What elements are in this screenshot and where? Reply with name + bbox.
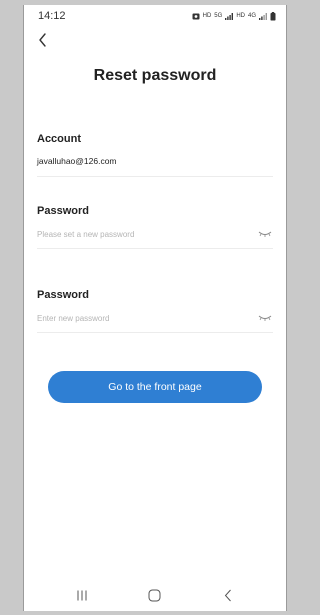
- phone-screen: 14:12 HD 5G HD 4G Reset password Account…: [23, 5, 287, 611]
- 5g-icon: 5G: [214, 13, 223, 19]
- confirm-password-row: [37, 312, 273, 324]
- divider: [37, 176, 273, 177]
- hd-icon: HD: [202, 13, 212, 19]
- header-row: [24, 27, 286, 53]
- recents-icon[interactable]: [67, 583, 97, 607]
- reset-form: Account javalluhao@126.com Password Pass…: [24, 133, 286, 333]
- hd-icon: HD: [236, 13, 245, 19]
- eye-closed-icon[interactable]: [257, 313, 273, 323]
- 4g-icon: 4G: [247, 13, 256, 19]
- confirm-password-label: Password: [37, 289, 89, 301]
- signal-icon: [225, 12, 234, 20]
- divider: [37, 332, 273, 333]
- new-password-label: Password: [37, 205, 89, 217]
- back-icon[interactable]: [213, 583, 243, 607]
- eye-closed-icon[interactable]: [257, 229, 273, 239]
- new-password-input[interactable]: [37, 229, 237, 239]
- confirm-password-input[interactable]: [37, 313, 237, 323]
- status-bar: 14:12 HD 5G HD 4G: [24, 5, 286, 27]
- page-title: Reset password: [93, 67, 217, 84]
- battery-icon: [270, 11, 276, 21]
- chevron-left-icon[interactable]: [34, 31, 52, 49]
- notification-icon: [192, 13, 200, 20]
- status-time: 14:12: [38, 10, 66, 22]
- navigation-bar: [24, 579, 286, 611]
- confirm-password-field: Password: [37, 289, 273, 333]
- new-password-field: Password: [37, 205, 273, 249]
- go-to-front-page-button[interactable]: Go to the front page: [48, 371, 262, 403]
- home-icon[interactable]: [140, 583, 170, 607]
- status-icons: HD 5G HD 4G: [192, 11, 276, 21]
- account-field: Account javalluhao@126.com: [37, 133, 273, 177]
- account-value: javalluhao@126.com: [37, 156, 117, 166]
- signal-icon: [259, 12, 267, 20]
- account-label: Account: [37, 133, 81, 145]
- divider: [37, 248, 273, 249]
- new-password-row: [37, 228, 273, 240]
